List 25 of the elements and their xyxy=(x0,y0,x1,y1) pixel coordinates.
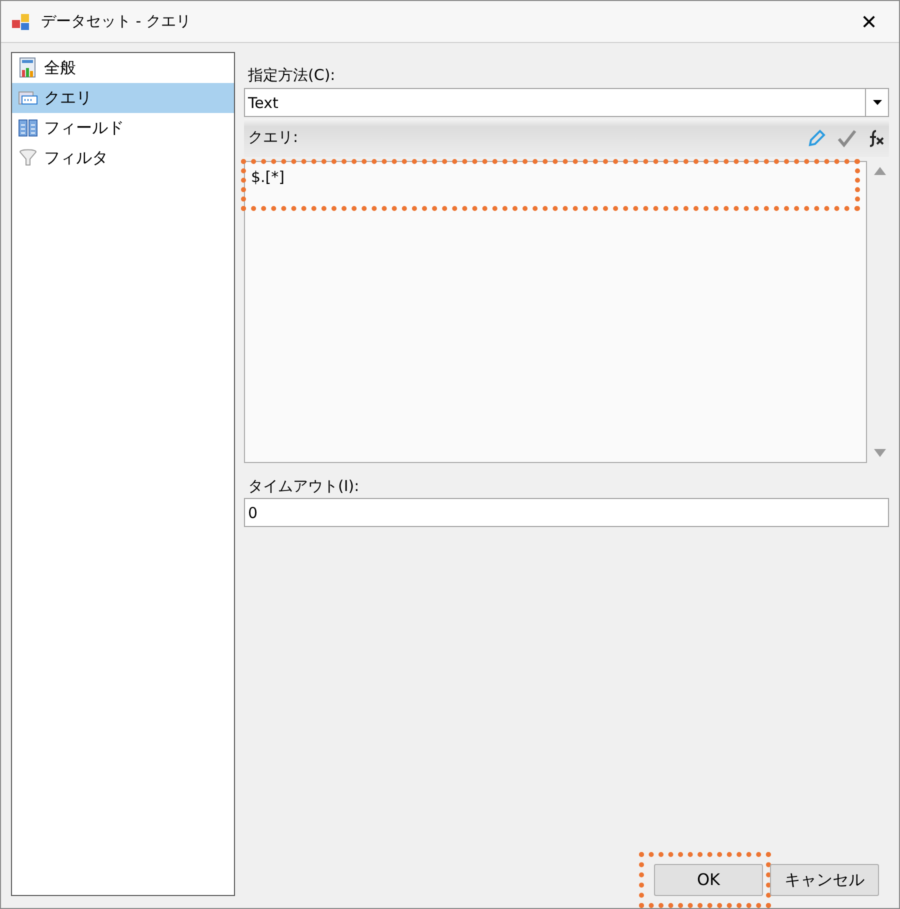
field-label: 指定方法(C): xyxy=(247,65,336,86)
window-title: データセット - クエリ xyxy=(41,11,191,32)
scroll-up-icon[interactable] xyxy=(874,166,886,174)
cancel-button[interactable]: キャンセル xyxy=(770,864,879,896)
check-icon[interactable] xyxy=(837,128,857,148)
query-text: $.[*] xyxy=(251,168,285,186)
method-dropdown[interactable]: Text xyxy=(244,88,889,116)
pencil-icon[interactable] xyxy=(807,128,827,148)
sidebar-item[interactable]: フィールド xyxy=(12,113,234,143)
app-icon xyxy=(11,12,31,32)
ok-button[interactable]: OK xyxy=(654,864,763,896)
scroll-down-icon[interactable] xyxy=(874,448,886,456)
sidebar-item[interactable]: クエリ xyxy=(12,83,234,113)
sidebar-item[interactable]: 全般 xyxy=(12,53,234,83)
caret-icon xyxy=(872,100,882,104)
query-label: クエリ: xyxy=(248,127,298,148)
report-icon xyxy=(18,57,38,79)
close-button[interactable]: ✕ xyxy=(849,6,889,38)
function-icon[interactable] xyxy=(867,128,885,146)
field-label: タイムアウト(I): xyxy=(247,476,360,496)
columns-icon xyxy=(18,118,38,138)
query-editor[interactable]: $.[*] xyxy=(244,160,867,462)
filter-icon xyxy=(18,148,38,168)
sidebar-item[interactable]: フィルタ xyxy=(12,143,234,173)
timeout-field[interactable]: 0 xyxy=(244,498,889,527)
